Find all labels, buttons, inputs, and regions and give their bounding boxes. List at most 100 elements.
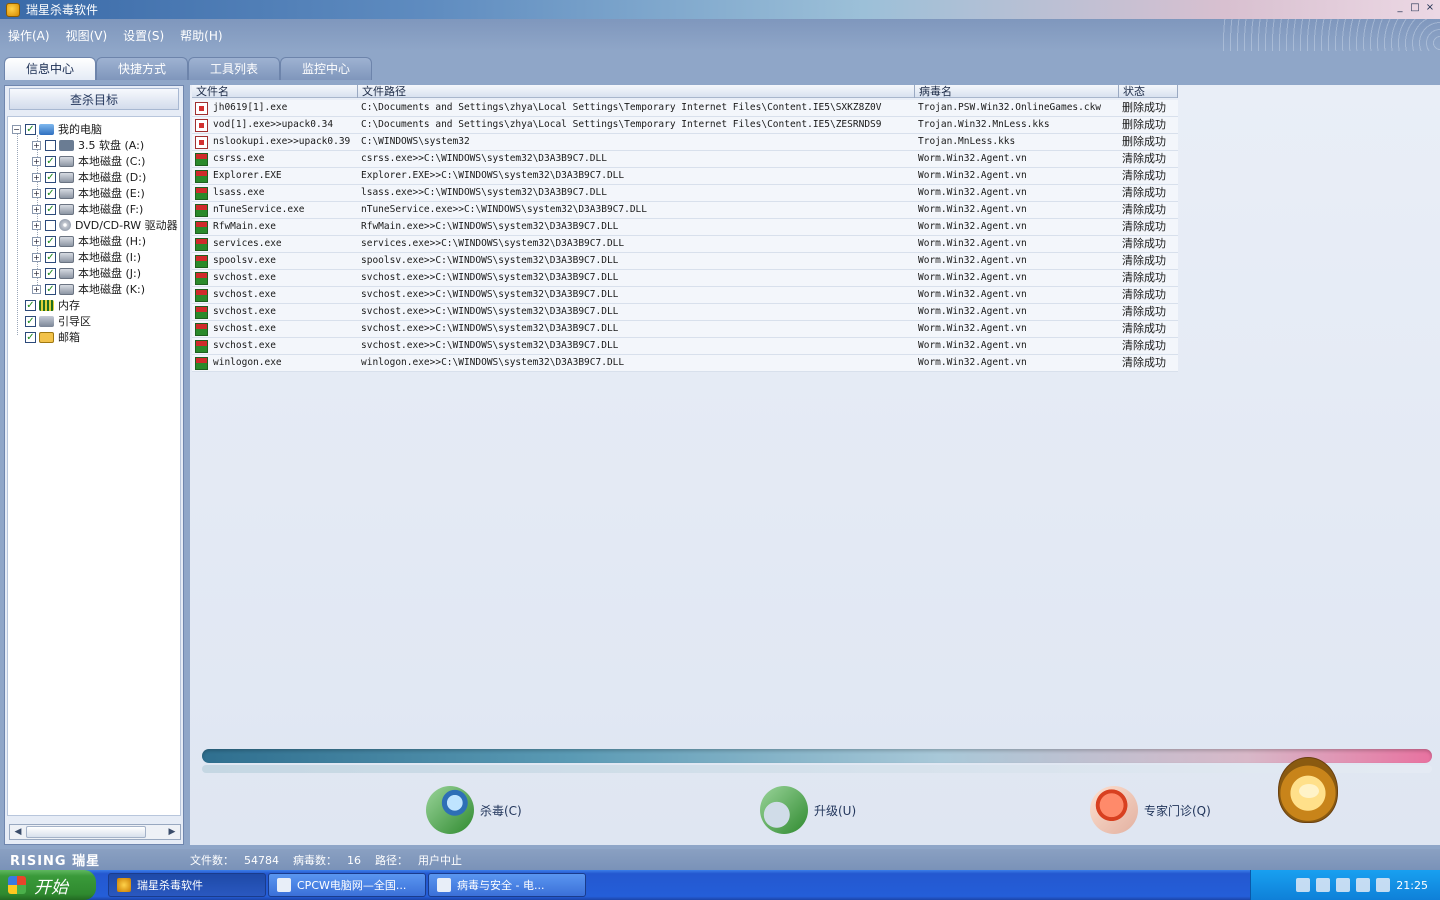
tree-item[interactable]: ✓ 内存 — [12, 297, 80, 313]
expander-icon[interactable]: + — [32, 252, 41, 262]
tree-checkbox[interactable] — [45, 219, 56, 231]
table-row[interactable]: svchost.exe svchost.exe>>C:\WINDOWS\syste… — [192, 304, 1178, 321]
cell-filename: svchost.exe — [213, 306, 276, 317]
tree-item[interactable]: + ✓ 本地磁盘 (F:) — [32, 201, 143, 217]
tree-item[interactable]: + ✓ 本地磁盘 (K:) — [32, 281, 145, 297]
network-icon[interactable] — [1356, 878, 1371, 892]
column-header-virusname[interactable]: 病毒名 — [915, 85, 1119, 98]
expander-icon[interactable]: − — [12, 124, 21, 134]
disk-icon — [59, 267, 74, 279]
tree-item[interactable]: + ✓ 本地磁盘 (D:) — [32, 169, 146, 185]
table-row[interactable]: services.exe services.exe>>C:\WINDOWS\sys… — [192, 236, 1178, 253]
start-button[interactable]: 开始 — [0, 870, 96, 900]
scroll-thumb[interactable] — [26, 826, 146, 838]
table-row[interactable]: csrss.exe csrss.exe>>C:\WINDOWS\system32\… — [192, 151, 1178, 168]
tree-checkbox[interactable]: ✓ — [25, 123, 36, 135]
taskbar-item-virus-security[interactable]: 病毒与安全 - 电... — [428, 873, 586, 897]
taskbar-item-rising[interactable]: 瑞星杀毒软件 — [108, 873, 266, 897]
expander-icon[interactable]: + — [32, 140, 41, 150]
table-row[interactable]: svchost.exe svchost.exe>>C:\WINDOWS\syste… — [192, 321, 1178, 338]
expander-icon[interactable]: + — [32, 188, 41, 198]
tree-item[interactable]: + ✓ 本地磁盘 (H:) — [32, 233, 146, 249]
expander-icon[interactable]: + — [32, 204, 41, 214]
restore-button[interactable]: □ — [1409, 2, 1421, 14]
virus-count-value: 16 — [347, 853, 361, 867]
help-icon[interactable] — [1316, 878, 1331, 892]
tree-item[interactable]: ✓ 引导区 — [12, 313, 91, 329]
tree-checkbox[interactable]: ✓ — [45, 187, 56, 199]
expert-clinic-label: 专家门诊(Q) — [1144, 803, 1211, 818]
cell-filename: nTuneService.exe — [213, 204, 305, 215]
expander-icon[interactable]: + — [32, 156, 41, 166]
cell-filename: lsass.exe — [213, 187, 265, 198]
tree-item[interactable]: +3.5 软盘 (A:) — [32, 137, 144, 153]
close-button[interactable]: × — [1424, 2, 1436, 14]
tab-monitor-center[interactable]: 监控中心 — [280, 57, 372, 80]
tree-checkbox[interactable]: ✓ — [45, 171, 56, 183]
rising-lion-mascot-icon[interactable] — [1278, 757, 1338, 823]
expander-icon[interactable]: + — [32, 172, 41, 182]
tab-info-center[interactable]: 信息中心 — [4, 57, 96, 81]
clock[interactable]: 21:25 — [1396, 879, 1428, 892]
table-row[interactable]: nslookupi.exe>>upack0.39 C:\WINDOWS\syste… — [192, 134, 1178, 151]
column-header-filename[interactable]: 文件名 — [192, 85, 358, 98]
table-row[interactable]: Explorer.EXE Explorer.EXE>>C:\WINDOWS\sys… — [192, 168, 1178, 185]
results-table-body: jh0619[1].exe C:\Documents and Settings\z… — [192, 100, 1178, 372]
table-row[interactable]: svchost.exe svchost.exe>>C:\WINDOWS\syste… — [192, 287, 1178, 304]
cell-status: 清除成功 — [1122, 254, 1166, 267]
tree-horizontal-scrollbar[interactable]: ◀ ▶ — [9, 824, 181, 840]
taskbar-item-cpcw[interactable]: CPCW电脑网—全国... — [268, 873, 426, 897]
tree-checkbox[interactable]: ✓ — [25, 331, 36, 343]
cell-virusname: Worm.Win32.Agent.vn — [918, 221, 1027, 232]
table-row[interactable]: vod[1].exe>>upack0.34 C:\Documents and Se… — [192, 117, 1178, 134]
volume-icon[interactable] — [1336, 878, 1351, 892]
tree-checkbox[interactable]: ✓ — [25, 315, 36, 327]
tree-checkbox[interactable]: ✓ — [45, 267, 56, 279]
scroll-right-icon[interactable]: ▶ — [165, 826, 179, 838]
tree-checkbox[interactable]: ✓ — [45, 155, 56, 167]
table-row[interactable]: spoolsv.exe spoolsv.exe>>C:\WINDOWS\syste… — [192, 253, 1178, 270]
menu-operate[interactable]: 操作(A) — [8, 27, 50, 44]
menu-view[interactable]: 视图(V) — [66, 27, 108, 44]
rising-tray-icon[interactable] — [1376, 878, 1391, 892]
tree-checkbox[interactable]: ✓ — [45, 283, 56, 295]
table-row[interactable]: RfwMain.exe RfwMain.exe>>C:\WINDOWS\syste… — [192, 219, 1178, 236]
tree-item[interactable]: − ✓ 我的电脑 — [12, 121, 102, 137]
tree-item[interactable]: ✓ 邮箱 — [12, 329, 80, 345]
column-header-filepath[interactable]: 文件路径 — [358, 85, 915, 98]
expander-icon[interactable]: + — [32, 220, 41, 230]
upgrade-button[interactable]: 升级(U) — [760, 780, 856, 840]
table-row[interactable]: lsass.exe lsass.exe>>C:\WINDOWS\system32\… — [192, 185, 1178, 202]
cell-status: 清除成功 — [1122, 339, 1166, 352]
column-header-status[interactable]: 状态 — [1119, 85, 1178, 98]
tab-shortcuts[interactable]: 快捷方式 — [96, 57, 188, 80]
tree-checkbox[interactable]: ✓ — [45, 235, 56, 247]
tree-item[interactable]: + DVD/CD-RW 驱动器 — [32, 217, 178, 233]
minimize-button[interactable]: _ — [1394, 2, 1406, 14]
expander-icon[interactable]: + — [32, 236, 41, 246]
table-row[interactable]: nTuneService.exe nTuneService.exe>>C:\WIN… — [192, 202, 1178, 219]
table-row[interactable]: svchost.exe svchost.exe>>C:\WINDOWS\syste… — [192, 270, 1178, 287]
tree-item[interactable]: + ✓ 本地磁盘 (C:) — [32, 153, 145, 169]
tree-checkbox[interactable] — [45, 139, 56, 151]
expander-icon[interactable]: + — [32, 284, 41, 294]
table-row[interactable]: jh0619[1].exe C:\Documents and Settings\z… — [192, 100, 1178, 117]
tree-item-label: 本地磁盘 (I:) — [78, 251, 142, 264]
table-row[interactable]: svchost.exe svchost.exe>>C:\WINDOWS\syste… — [192, 338, 1178, 355]
tree-checkbox[interactable]: ✓ — [45, 251, 56, 263]
tree-checkbox[interactable]: ✓ — [45, 203, 56, 215]
keyboard-icon[interactable] — [1296, 878, 1311, 892]
scroll-left-icon[interactable]: ◀ — [11, 826, 25, 838]
menu-settings[interactable]: 设置(S) — [123, 27, 164, 44]
tree-checkbox[interactable]: ✓ — [25, 299, 36, 311]
tree-item[interactable]: + ✓ 本地磁盘 (J:) — [32, 265, 141, 281]
scan-button[interactable]: 杀毒(C) — [426, 780, 522, 840]
table-row[interactable]: winlogon.exe winlogon.exe>>C:\WINDOWS\sys… — [192, 355, 1178, 372]
tree-item-label: 本地磁盘 (E:) — [78, 187, 145, 200]
expert-clinic-button[interactable]: 专家门诊(Q) — [1090, 780, 1211, 840]
tree-item[interactable]: + ✓ 本地磁盘 (I:) — [32, 249, 141, 265]
tab-tool-list[interactable]: 工具列表 — [188, 57, 280, 80]
tree-item[interactable]: + ✓ 本地磁盘 (E:) — [32, 185, 145, 201]
menu-help[interactable]: 帮助(H) — [180, 27, 222, 44]
expander-icon[interactable]: + — [32, 268, 41, 278]
